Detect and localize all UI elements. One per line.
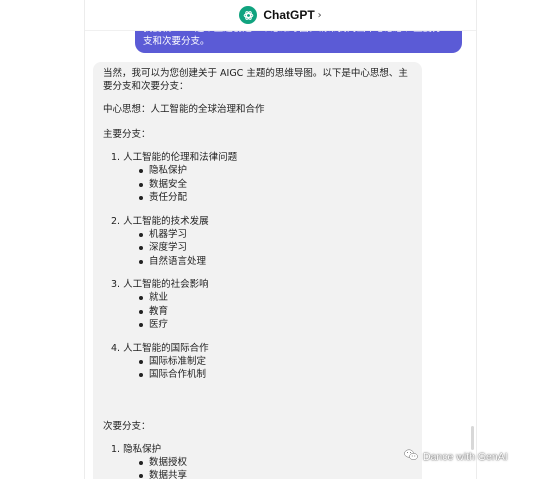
- page: ChatGPT › 我要就AIGC这个主题创建一个思维导图。请帮我列出中心思想、…: [0, 0, 553, 479]
- list-item: 自然语言处理: [139, 255, 412, 269]
- chat-header[interactable]: ChatGPT ›: [85, 0, 476, 31]
- list-item: 数据共享: [139, 469, 412, 479]
- branch-title: 2. 人工智能的技术发展: [111, 215, 209, 227]
- watermark-text: Dance with GenAI: [423, 450, 508, 463]
- assistant-intro: 当然，我可以为您创建关于 AIGC 主题的思维导图。以下是中心思想、主要分支和次…: [103, 68, 408, 92]
- list-item: 就业: [139, 291, 412, 305]
- list-item: 责任分配: [139, 191, 412, 205]
- sub-branch-list: 机器学习 深度学习 自然语言处理: [139, 228, 412, 269]
- list-item: 深度学习: [139, 241, 412, 255]
- assistant-message: 当然，我可以为您创建关于 AIGC 主题的思维导图。以下是中心思想、主要分支和次…: [93, 62, 422, 479]
- branch: 1. 隐私保护 数据授权 数据共享: [111, 443, 412, 479]
- list-item: 国际标准制定: [139, 355, 412, 369]
- branch: 1. 人工智能的伦理和法律问题 隐私保护 数据安全 责任分配: [111, 151, 412, 205]
- branch-title: 3. 人工智能的社会影响: [111, 279, 209, 290]
- branch: 4. 人工智能的国际合作 国际标准制定 国际合作机制: [111, 342, 412, 382]
- main-branches-label: 主要分支：: [103, 129, 151, 140]
- list-item: 机器学习: [139, 228, 412, 242]
- branch-title: 1. 人工智能的伦理和法律问题: [111, 152, 238, 163]
- sub-branch-list: 就业 教育 医疗: [139, 291, 412, 332]
- wechat-icon: [404, 449, 418, 464]
- chat-window: ChatGPT › 我要就AIGC这个主题创建一个思维导图。请帮我列出中心思想、…: [84, 0, 477, 479]
- sub-branch-list: 数据授权 数据共享: [139, 456, 412, 479]
- sub-branch-list: 隐私保护 数据安全 责任分配: [139, 164, 412, 205]
- chevron-right-icon: ›: [317, 9, 322, 21]
- openai-knot-icon: [243, 10, 254, 20]
- sub-branch-list: 国际标准制定 国际合作机制: [139, 355, 412, 382]
- watermark: Dance with GenAI: [404, 449, 508, 464]
- list-item: 医疗: [139, 318, 412, 332]
- list-item: 数据授权: [139, 456, 412, 470]
- list-item: 国际合作机制: [139, 368, 412, 382]
- user-message-line: 支和次要分支。: [143, 36, 210, 47]
- center-idea: 中心思想：人工智能的全球治理和合作: [103, 104, 265, 115]
- secondary-branches-label: 次要分支：: [103, 420, 151, 432]
- list-item: 教育: [139, 305, 412, 319]
- chatgpt-logo-icon: [239, 6, 258, 24]
- left-margin: [0, 0, 84, 479]
- branch: 2. 人工智能的技术发展 机器学习 深度学习 自然语言处理: [111, 215, 412, 269]
- right-margin: [475, 0, 553, 479]
- header-title: ChatGPT: [263, 8, 315, 22]
- branch: 3. 人工智能的社会影响 就业 教育 医疗: [111, 278, 412, 332]
- scrollbar-thumb[interactable]: [471, 426, 474, 450]
- branch-title: 1. 隐私保护: [111, 443, 162, 455]
- list-item: 数据安全: [139, 178, 412, 192]
- list-item: 隐私保护: [139, 164, 412, 178]
- branch-title: 4. 人工智能的国际合作: [111, 342, 209, 354]
